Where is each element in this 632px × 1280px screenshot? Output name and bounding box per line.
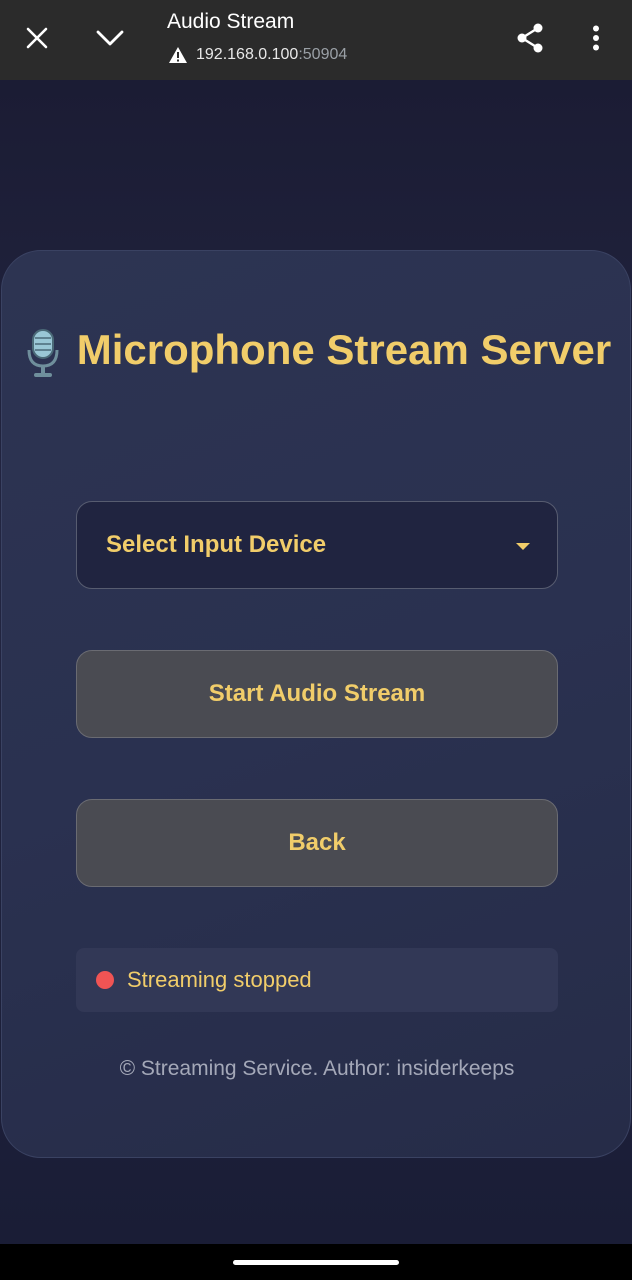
- page-title: Audio Stream: [167, 10, 295, 33]
- system-navigation-bar: [0, 1244, 632, 1280]
- url-host: 192.168.0.100: [196, 46, 299, 63]
- more-options-button[interactable]: [572, 14, 620, 62]
- share-button[interactable]: [506, 14, 554, 62]
- url-bar[interactable]: 192.168.0.100:50904: [168, 46, 347, 64]
- chevron-down-icon: [96, 30, 124, 46]
- url-port: :50904: [298, 46, 348, 63]
- start-audio-stream-button[interactable]: Start Audio Stream: [76, 650, 558, 738]
- stream-card: Microphone Stream Server Select Input De…: [1, 250, 631, 1158]
- close-icon: [26, 27, 48, 49]
- page-background: Microphone Stream Server Select Input De…: [0, 80, 632, 1244]
- warning-icon: [169, 47, 187, 63]
- status-indicator: Streaming stopped: [76, 948, 558, 1012]
- microphone-icon: [27, 328, 59, 377]
- footer-text: © Streaming Service. Author: insiderkeep…: [119, 1057, 515, 1080]
- home-gesture-handle[interactable]: [233, 1260, 399, 1265]
- input-device-select[interactable]: Select Input Device: [76, 501, 558, 589]
- status-dot-icon: [96, 971, 114, 989]
- share-icon: [517, 23, 543, 53]
- minimize-button[interactable]: [86, 14, 134, 62]
- heading-text: Microphone Stream Server: [76, 326, 612, 373]
- dropdown-caret-icon: [516, 543, 530, 550]
- close-button[interactable]: [13, 14, 61, 62]
- browser-toolbar: Audio Stream 192.168.0.100:50904: [0, 0, 632, 80]
- more-vert-icon: [593, 25, 599, 51]
- status-text: Streaming stopped: [127, 967, 312, 992]
- select-label: Select Input Device: [106, 531, 327, 558]
- card-heading: Microphone Stream Server: [2, 323, 632, 378]
- back-button[interactable]: Back: [76, 799, 558, 887]
